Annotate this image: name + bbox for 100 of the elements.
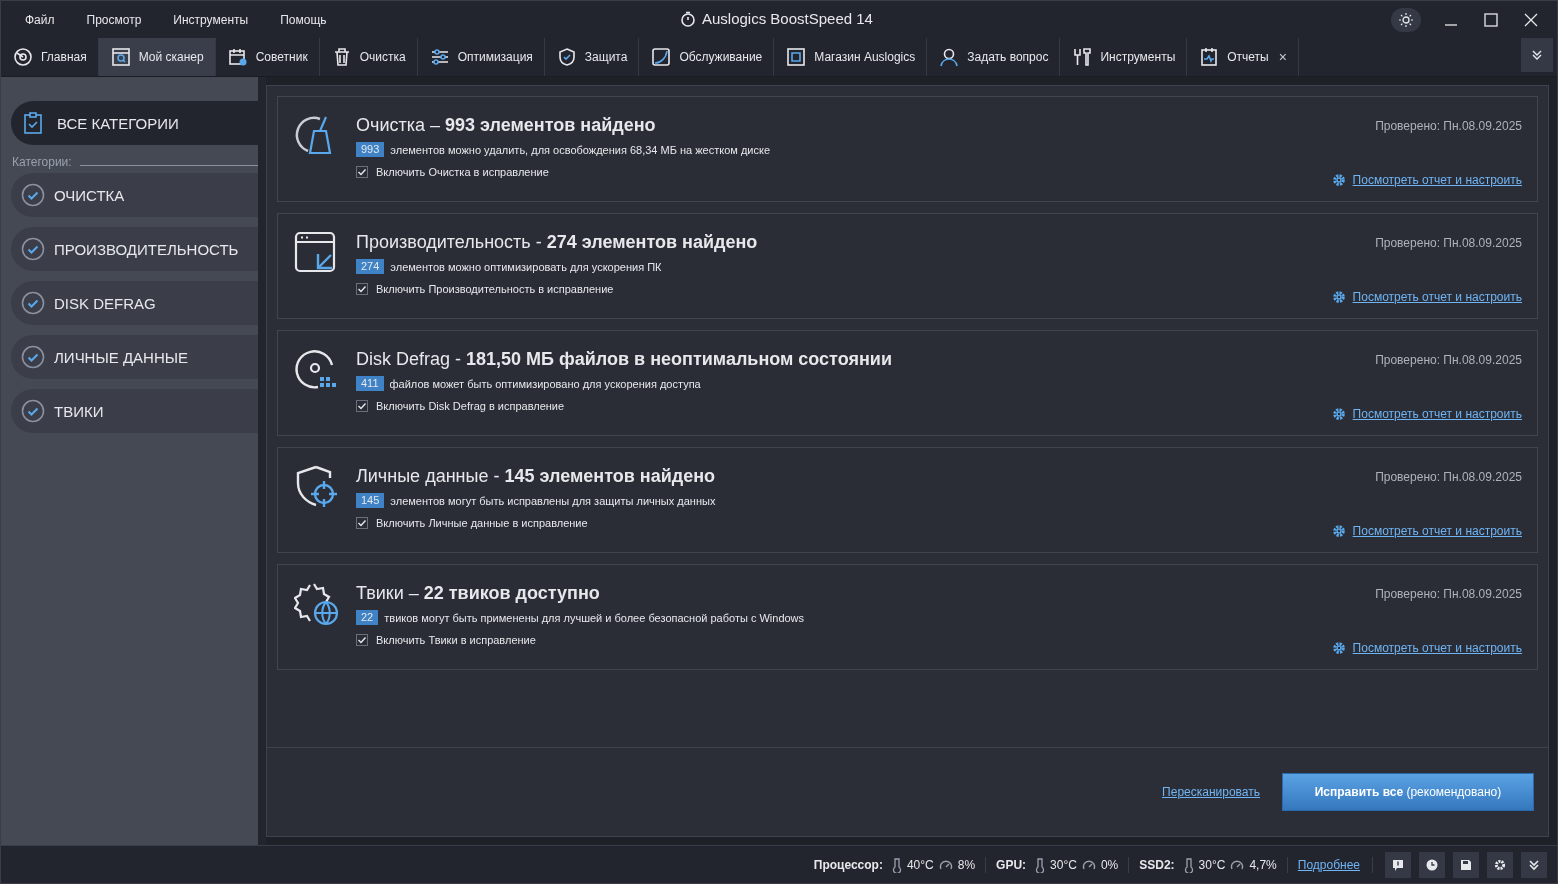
- checkbox-label[interactable]: Включить Disk Defrag в исправление: [376, 400, 565, 412]
- checkbox[interactable]: [356, 400, 368, 412]
- count-badge: 274: [356, 259, 385, 274]
- checkbox[interactable]: [356, 517, 368, 529]
- card-description: элементов могут быть исправлены для защиты личных данных: [390, 494, 716, 507]
- window-title: Auslogics BoostSpeed 14: [702, 10, 873, 27]
- card-description: твиков могут быть применены для лучшей и более безопасной работы с Windows: [384, 611, 805, 624]
- gear-icon: [1494, 858, 1506, 871]
- toolbar-tab[interactable]: Оптимизация: [417, 38, 545, 76]
- gear-icon: [1331, 407, 1346, 421]
- load-value: 0%: [1100, 857, 1119, 872]
- toolbar-tab[interactable]: Отчеты ×: [1187, 38, 1299, 76]
- gear-globe-icon: [294, 581, 340, 627]
- checkbox-label[interactable]: Включить Производительность в исправление: [376, 283, 614, 295]
- toolbar-tab[interactable]: Главная: [1, 38, 99, 76]
- checked-date: Проверено: Пн.08.09.2025: [1375, 470, 1522, 484]
- checkbox-label[interactable]: Включить Очистка в исправление: [376, 166, 549, 178]
- checked-date: Проверено: Пн.08.09.2025: [1375, 236, 1522, 250]
- gear-icon: [1331, 173, 1346, 187]
- toolbar-tab[interactable]: Инструменты: [1060, 38, 1188, 76]
- rescan-link[interactable]: Пересканировать: [1162, 785, 1260, 799]
- load-value: 4,7%: [1249, 857, 1277, 872]
- sidebar-item[interactable]: DISK DEFRAG: [11, 281, 258, 325]
- sidebar-item[interactable]: ЛИЧНЫЕ ДАННЫЕ: [11, 335, 258, 379]
- expand-button[interactable]: [1521, 851, 1547, 878]
- report-link[interactable]: Посмотреть отчет и настроить: [1352, 524, 1522, 538]
- card-title: Твики – 22 твиков доступно: [356, 582, 601, 605]
- toolbar-tab[interactable]: Обслуживание: [639, 38, 775, 76]
- card-description: файлов может быть оптимизировано для ускорения доступа: [389, 377, 701, 390]
- report-link[interactable]: Посмотреть отчет и настроить: [1352, 407, 1522, 421]
- tools-icon: [1072, 47, 1093, 67]
- toolbar-tab[interactable]: Советник: [215, 38, 320, 76]
- checked-date: Проверено: Пн.08.09.2025: [1375, 353, 1522, 367]
- card-title: Производительность - 274 элементов найдено: [356, 231, 759, 254]
- checkmark-icon: [357, 284, 367, 294]
- gear-icon: [1331, 641, 1346, 655]
- checkbox[interactable]: [356, 166, 368, 178]
- menu-item[interactable]: Инструменты: [163, 12, 259, 27]
- toolbar-tab[interactable]: Магазин Auslogics: [774, 38, 928, 76]
- load-value: 8%: [957, 857, 976, 872]
- menu-item[interactable]: Просмотр: [76, 12, 152, 27]
- fix-all-button[interactable]: Исправить все (рекомендовано): [1282, 773, 1534, 811]
- toolbar-tab[interactable]: Мой сканер: [98, 38, 216, 76]
- checked-date: Проверено: Пн.08.09.2025: [1375, 587, 1522, 601]
- double-chevron-icon: [1528, 858, 1540, 871]
- toolbar-tab[interactable]: Очистка: [319, 38, 418, 76]
- clipboard-icon: [23, 112, 43, 134]
- toolbar-tab[interactable]: Защита: [544, 38, 640, 76]
- close-icon: [1524, 12, 1538, 27]
- history-button[interactable]: [1419, 851, 1445, 878]
- card-title: Личные данные - 145 элементов найдено: [356, 465, 717, 488]
- person-icon: [939, 47, 960, 67]
- minimize-icon: [1444, 23, 1458, 26]
- checkmark-icon: [357, 518, 367, 528]
- close-tab-button[interactable]: ×: [1278, 49, 1287, 65]
- count-badge: 145: [356, 493, 385, 508]
- thermometer-icon: [891, 856, 902, 873]
- settings-button[interactable]: [1487, 851, 1513, 878]
- sidebar-item[interactable]: ОЧИСТКА: [11, 173, 258, 217]
- toolbar-tab[interactable]: Задать вопрос: [927, 38, 1061, 76]
- sidebar-item[interactable]: ВСЕ КАТЕГОРИИ: [11, 101, 258, 145]
- checkbox[interactable]: [356, 634, 368, 646]
- double-chevron-icon: [1531, 49, 1543, 61]
- section-label: Категории:: [12, 155, 72, 169]
- checkmark-icon: [357, 635, 367, 645]
- report-icon: [1199, 47, 1220, 67]
- count-badge: 411: [356, 376, 384, 391]
- menu-item[interactable]: Файл: [15, 12, 65, 27]
- target-icon: [13, 47, 33, 67]
- sliders-icon: [429, 47, 450, 67]
- checked-date: Проверено: Пн.08.09.2025: [1375, 119, 1522, 133]
- sidebar-item[interactable]: ТВИКИ: [11, 389, 258, 433]
- checkmark-icon: [357, 167, 367, 177]
- card-title: Очистка – 993 элементов найдено: [356, 114, 657, 137]
- feedback-button[interactable]: [1385, 851, 1411, 878]
- checkbox[interactable]: [356, 283, 368, 295]
- metric-label: GPU:: [996, 857, 1027, 872]
- clock-icon: [1426, 858, 1438, 871]
- gear-icon: [1331, 524, 1346, 538]
- temperature-value: 30°C: [1050, 857, 1077, 872]
- details-link[interactable]: Подробнее: [1297, 857, 1360, 872]
- shield-icon: [556, 47, 577, 67]
- temperature-value: 40°C: [906, 857, 934, 872]
- sidebar-item[interactable]: ПРОИЗВОДИТЕЛЬНОСТЬ: [11, 227, 258, 271]
- metric-label: Процессор:: [813, 857, 883, 872]
- checkbox-label[interactable]: Включить Личные данные в исправление: [376, 517, 588, 529]
- scanner-icon: [110, 47, 131, 67]
- thermometer-icon: [1035, 856, 1046, 873]
- metric-label: SSD2:: [1139, 857, 1175, 872]
- card-title: Disk Defrag - 181,50 МБ файлов в неоптимальном состоянии: [356, 348, 893, 371]
- menu-item[interactable]: Помощь: [270, 12, 337, 27]
- card-description: элементов можно удалить, для освобождения 68,34 МБ на жестком диске: [390, 143, 771, 156]
- calendar-icon: [227, 47, 248, 67]
- theme-button[interactable]: [1391, 7, 1421, 32]
- checkbox-label[interactable]: Включить Твики в исправление: [376, 634, 536, 646]
- save-button[interactable]: [1453, 851, 1479, 878]
- shield-target-icon: [294, 464, 340, 510]
- report-link[interactable]: Посмотреть отчет и настроить: [1352, 173, 1522, 187]
- report-link[interactable]: Посмотреть отчет и настроить: [1352, 641, 1522, 655]
- report-link[interactable]: Посмотреть отчет и настроить: [1352, 290, 1522, 304]
